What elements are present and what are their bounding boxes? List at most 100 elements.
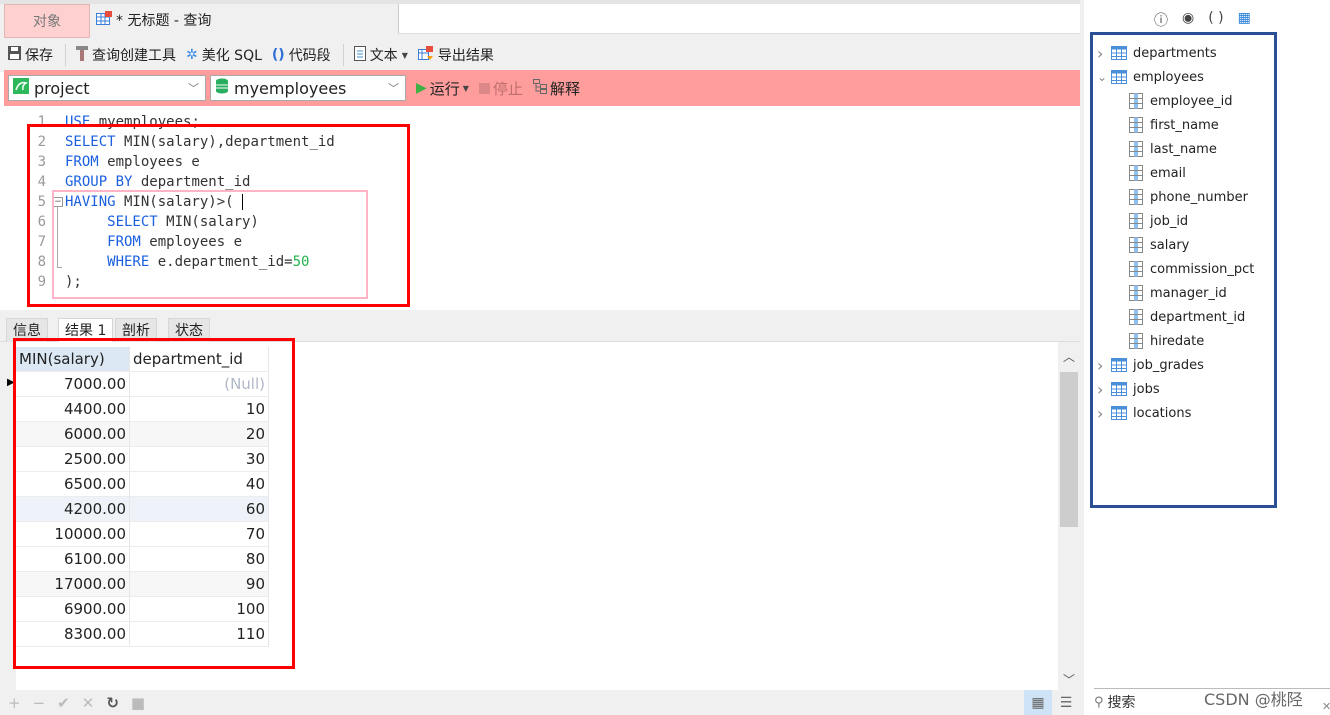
cell-min-salary[interactable]: 2500.00 <box>16 447 130 471</box>
table-row[interactable]: 17000.00 90 <box>16 572 269 597</box>
cell-min-salary[interactable]: 8300.00 <box>16 622 130 646</box>
tree-column-commission-pct[interactable]: commission_pct <box>1129 257 1254 281</box>
chevron-right-icon[interactable]: › <box>1097 356 1111 375</box>
cell-department-id[interactable]: 70 <box>130 522 269 546</box>
chevron-down-icon[interactable]: ⌄ <box>1097 70 1111 84</box>
cell-department-id[interactable]: (Null) <box>130 372 269 396</box>
tree-table-job-grades[interactable]: › job_grades <box>1097 353 1204 377</box>
code-line[interactable]: HAVING MIN(salary)>( <box>65 192 234 212</box>
tab-status[interactable]: 状态 <box>168 318 210 342</box>
tree-table-employees[interactable]: ⌄ employees <box>1097 65 1204 89</box>
preview-eye-icon[interactable]: ◉ <box>1182 10 1194 30</box>
cell-department-id[interactable]: 30 <box>130 447 269 471</box>
tree-column-salary[interactable]: salary <box>1129 233 1189 257</box>
run-button[interactable]: ▶ 运行 ▼ <box>416 78 469 99</box>
table-row[interactable]: 6100.00 80 <box>16 547 269 572</box>
code-line[interactable]: ); <box>65 272 82 292</box>
info-icon[interactable]: ⓘ <box>1154 10 1168 30</box>
code-line[interactable]: SELECT MIN(salary),department_id <box>65 132 335 152</box>
tree-column-hiredate[interactable]: hiredate <box>1129 329 1204 353</box>
tree-column-last-name[interactable]: last_name <box>1129 137 1217 161</box>
scroll-down-icon[interactable]: ﹀ <box>1058 671 1080 688</box>
cell-department-id[interactable]: 110 <box>130 622 269 646</box>
scroll-up-icon[interactable]: ︿ <box>1058 348 1080 365</box>
chevron-right-icon[interactable]: › <box>1097 404 1111 423</box>
table-row[interactable]: 6900.00 100 <box>16 597 269 622</box>
tab-info[interactable]: 信息 <box>6 318 48 342</box>
table-row[interactable]: 7000.00 (Null) <box>16 372 269 397</box>
table-row[interactable]: 8300.00 110 <box>16 622 269 647</box>
tree-column-email[interactable]: email <box>1129 161 1186 185</box>
discard-icon[interactable]: ✕ <box>82 694 95 712</box>
cell-min-salary[interactable]: 4200.00 <box>16 497 130 521</box>
tree-column-job-id[interactable]: job_id <box>1129 209 1188 233</box>
tab-result-1[interactable]: 结果 1 <box>58 318 114 342</box>
tree-table-jobs[interactable]: › jobs <box>1097 377 1160 401</box>
fold-toggle-icon[interactable]: − <box>53 197 63 207</box>
cell-min-salary[interactable]: 6100.00 <box>16 547 130 571</box>
chevron-right-icon[interactable]: › <box>1097 380 1111 399</box>
tree-table-locations[interactable]: › locations <box>1097 401 1191 425</box>
form-view-icon[interactable]: ☰ <box>1052 690 1080 715</box>
cell-department-id[interactable]: 40 <box>130 472 269 496</box>
code-line[interactable]: FROM employees e <box>65 152 200 172</box>
cell-min-salary[interactable]: 6000.00 <box>16 422 130 446</box>
tree-table-departments[interactable]: › departments <box>1097 41 1217 65</box>
cell-min-salary[interactable]: 17000.00 <box>16 572 130 596</box>
tab-objects[interactable]: 对象 <box>4 4 90 38</box>
chevron-right-icon[interactable]: › <box>1097 44 1111 63</box>
export-results-button[interactable]: 导出结果 <box>417 45 494 65</box>
explain-button[interactable]: 解释 <box>532 78 580 99</box>
code-line[interactable]: GROUP BY department_id <box>65 172 250 192</box>
cell-min-salary[interactable]: 6900.00 <box>16 597 130 621</box>
code-line[interactable]: WHERE e.department_id=50 <box>65 252 309 272</box>
add-icon[interactable]: + <box>8 694 21 712</box>
code-line[interactable]: FROM employees e <box>65 232 242 252</box>
cell-department-id[interactable]: 20 <box>130 422 269 446</box>
tab-profile[interactable]: 剖析 <box>115 318 157 342</box>
save-button[interactable]: 保存 <box>8 45 53 65</box>
cell-department-id[interactable]: 90 <box>130 572 269 596</box>
cell-department-id[interactable]: 100 <box>130 597 269 621</box>
query-builder-button[interactable]: 查询创建工具 <box>76 45 176 65</box>
text-button[interactable]: 文本 ▼ <box>353 45 408 65</box>
stop-button[interactable]: 停止 <box>478 78 523 99</box>
column-header[interactable]: MIN(salary) <box>16 347 130 371</box>
code-snippet-button[interactable]: () 代码段 <box>272 45 331 65</box>
cell-department-id[interactable]: 80 <box>130 547 269 571</box>
table-row[interactable]: 6500.00 40 <box>16 472 269 497</box>
grid-view-icon[interactable]: ▦ <box>1024 690 1052 715</box>
structure-grid-icon[interactable]: ▦ <box>1238 10 1251 30</box>
code-line[interactable]: SELECT MIN(salary) <box>65 212 259 232</box>
sql-editor[interactable]: 1 USE myemployees; 2 SELECT MIN(salary),dep… <box>0 106 1080 310</box>
cell-department-id[interactable]: 60 <box>130 497 269 521</box>
cell-department-id[interactable]: 10 <box>130 397 269 421</box>
table-row[interactable]: 2500.00 30 <box>16 447 269 472</box>
tree-column-manager-id[interactable]: manager_id <box>1129 281 1227 305</box>
table-row[interactable]: 4200.00 60 <box>16 497 269 522</box>
tree-column-phone-number[interactable]: phone_number <box>1129 185 1248 209</box>
cell-min-salary[interactable]: 10000.00 <box>16 522 130 546</box>
cell-min-salary[interactable]: 4400.00 <box>16 397 130 421</box>
cell-min-salary[interactable]: 6500.00 <box>16 472 130 496</box>
table-row[interactable]: 10000.00 70 <box>16 522 269 547</box>
apply-icon[interactable]: ✔ <box>57 694 70 712</box>
table-row[interactable]: 4400.00 10 <box>16 397 269 422</box>
scrollbar-thumb[interactable] <box>1060 372 1078 527</box>
column-header[interactable]: department_id <box>130 347 269 371</box>
beautify-sql-button[interactable]: ✲ 美化 SQL <box>186 45 262 65</box>
search-input[interactable]: ⚲ 搜索 <box>1094 692 1136 712</box>
tree-column-employee-id[interactable]: employee_id <box>1129 89 1233 113</box>
refresh-icon[interactable]: ↻ <box>106 694 119 712</box>
tree-column-department-id[interactable]: department_id <box>1129 305 1245 329</box>
code-line[interactable]: USE myemployees; <box>65 112 200 132</box>
stop-icon[interactable]: ■ <box>131 694 145 712</box>
vertical-scrollbar[interactable]: ︿ ﹀ <box>1058 342 1080 690</box>
table-row[interactable]: 6000.00 20 <box>16 422 269 447</box>
cell-min-salary[interactable]: 7000.00 <box>16 372 130 396</box>
remove-icon[interactable]: − <box>33 694 46 712</box>
connection-select[interactable]: project ﹀ <box>8 75 206 101</box>
database-select[interactable]: myemployees ﹀ <box>210 75 406 101</box>
tree-column-first-name[interactable]: first_name <box>1129 113 1219 137</box>
tab-query[interactable]: * 无标题 - 查询 <box>90 4 398 38</box>
